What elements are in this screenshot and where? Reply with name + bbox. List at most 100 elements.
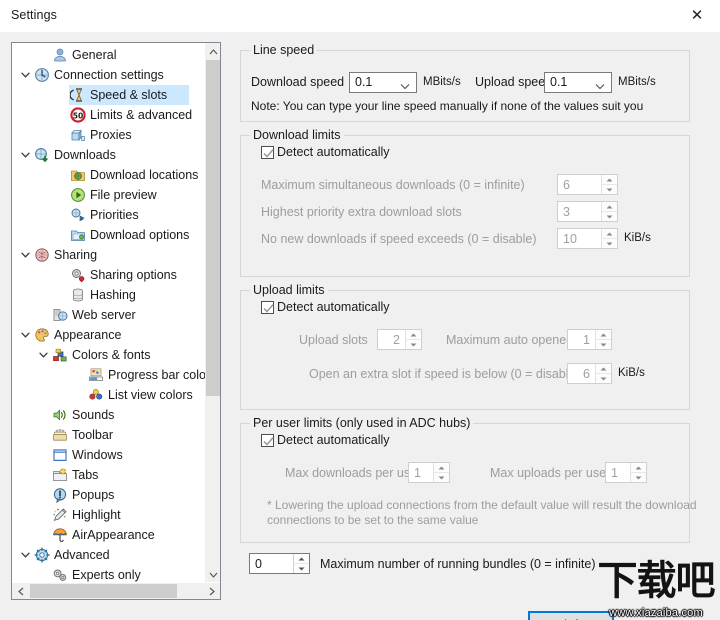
upload-slots-spinner[interactable]: 2 [377, 329, 422, 350]
spinner-buttons[interactable] [601, 175, 617, 194]
per-user-detect-automatically-checkbox[interactable]: Detect automatically [261, 433, 390, 447]
chevron-down-icon[interactable] [18, 65, 33, 85]
maximum-auto-opened-value: 1 [583, 333, 590, 347]
spinner-down-icon[interactable] [294, 564, 309, 573]
tree-item-tabs[interactable]: Tabs [12, 465, 205, 485]
upload-speed-unit: MBits/s [618, 76, 656, 88]
tree-item-advanced[interactable]: Advanced [12, 545, 205, 565]
spinner-down-icon[interactable] [406, 340, 421, 349]
per-user-detect-label: Detect automatically [277, 433, 390, 447]
tree-item-toolbar[interactable]: Toolbar [12, 425, 205, 445]
extra-slot-label: Open an extra slot if speed is below (0 … [309, 367, 580, 381]
download-detect-automatically-checkbox[interactable]: Detect automatically [261, 145, 390, 159]
extra-slot-spinner[interactable]: 6 [567, 363, 612, 384]
tree-twisty-placeholder [36, 525, 51, 545]
tree-item-airappearance[interactable]: AirAppearance [12, 525, 205, 545]
tree-item-download-options[interactable]: Download options [12, 225, 205, 245]
tree-horizontal-scrollbar[interactable] [12, 582, 220, 599]
spinner-down-icon[interactable] [631, 473, 646, 482]
spinner-buttons[interactable] [595, 364, 611, 383]
tree-item-experts-only[interactable]: Experts only [12, 565, 205, 583]
spinner-down-icon[interactable] [434, 473, 449, 482]
upload-limits-group: Upload limits Detect automatically Uploa… [240, 283, 690, 410]
chevron-down-icon[interactable] [18, 245, 33, 265]
spinner-buttons[interactable] [433, 463, 449, 482]
tree-item-label: Sounds [72, 408, 115, 422]
line-speed-note: Note: You can type your line speed manua… [251, 99, 644, 113]
close-button[interactable]: ✕ [674, 0, 720, 31]
horizontal-scroll-thumb[interactable] [30, 584, 177, 598]
spinner-down-icon[interactable] [602, 239, 617, 248]
tree-item-highlight[interactable]: Highlight [12, 505, 205, 525]
ok-button[interactable]: 确定 [528, 611, 614, 620]
max-uploads-per-user-spinner[interactable]: 1 [605, 462, 647, 483]
tree-item-general[interactable]: General [12, 45, 205, 65]
tree-item-progress-bar-color[interactable]: Progress bar color [12, 365, 205, 385]
scroll-down-icon[interactable] [205, 566, 221, 583]
scroll-left-icon[interactable] [12, 583, 29, 599]
spinner-buttons[interactable] [630, 463, 646, 482]
tree-item-proxies[interactable]: Proxies [12, 125, 205, 145]
chevron-down-icon[interactable] [36, 345, 51, 365]
tree-item-connection-settings[interactable]: Connection settings [12, 65, 205, 85]
spinner-up-icon[interactable] [596, 364, 611, 374]
tree-item-web-server[interactable]: Web server [12, 305, 205, 325]
tree-item-hashing[interactable]: Hashing [12, 285, 205, 305]
spinner-buttons[interactable] [405, 330, 421, 349]
scroll-thumb[interactable] [206, 60, 220, 396]
tree-item-colors-fonts[interactable]: Colors & fonts [12, 345, 205, 365]
spinner-up-icon[interactable] [602, 229, 617, 239]
download-speed-combo[interactable]: 0.1 [349, 72, 417, 93]
spinner-buttons[interactable] [595, 330, 611, 349]
tree-item-sharing-options[interactable]: Sharing options [12, 265, 205, 285]
max-downloads-per-user-spinner[interactable]: 1 [408, 462, 450, 483]
scroll-up-icon[interactable] [205, 43, 221, 60]
tree-item-download-locations[interactable]: Download locations [12, 165, 205, 185]
spinner-up-icon[interactable] [434, 463, 449, 473]
tree-item-downloads[interactable]: Downloads [12, 145, 205, 165]
tree-item-priorities[interactable]: Priorities [12, 205, 205, 225]
folder-blue-icon [69, 227, 87, 243]
chevron-down-icon[interactable] [18, 325, 33, 345]
scroll-right-icon[interactable] [203, 583, 220, 599]
max-simultaneous-downloads-spinner[interactable]: 6 [557, 174, 618, 195]
tree-item-file-preview[interactable]: File preview [12, 185, 205, 205]
spinner-up-icon[interactable] [294, 554, 309, 564]
maximum-auto-opened-label: Maximum auto opened [446, 333, 574, 347]
spinner-down-icon[interactable] [596, 374, 611, 383]
spinner-up-icon[interactable] [602, 175, 617, 185]
spinner-down-icon[interactable] [602, 212, 617, 221]
max-running-bundles-spinner[interactable]: 0 [249, 553, 310, 574]
no-new-downloads-label: No new downloads if speed exceeds (0 = d… [261, 232, 537, 246]
spinner-up-icon[interactable] [596, 330, 611, 340]
tree-item-speed-slots[interactable]: Speed & slots [12, 85, 205, 105]
settings-tree[interactable]: General Connection settings Speed & slots 5… [12, 43, 205, 583]
tree-item-windows[interactable]: Windows [12, 445, 205, 465]
tree-item-list-view-colors[interactable]: List view colors [12, 385, 205, 405]
tree-item-label: Connection settings [54, 68, 164, 82]
tree-item-sharing[interactable]: Sharing [12, 245, 205, 265]
upload-detect-automatically-checkbox[interactable]: Detect automatically [261, 300, 390, 314]
no-new-downloads-spinner[interactable]: 10 [557, 228, 618, 249]
tree-item-sounds[interactable]: Sounds [12, 405, 205, 425]
tree-item-limits-advanced[interactable]: 50 Limits & advanced [12, 105, 205, 125]
spinner-up-icon[interactable] [602, 202, 617, 212]
spinner-up-icon[interactable] [406, 330, 421, 340]
highest-priority-slots-spinner[interactable]: 3 [557, 201, 618, 222]
tree-twisty-placeholder [54, 225, 69, 245]
tree-item-popups[interactable]: Popups [12, 485, 205, 505]
per-user-footnote-line2: connections to be set to the same value [267, 513, 479, 527]
chevron-down-icon[interactable] [18, 545, 33, 565]
spinner-buttons[interactable] [601, 229, 617, 248]
spinner-down-icon[interactable] [602, 185, 617, 194]
tree-vertical-scrollbar[interactable] [204, 43, 220, 583]
spinner-buttons[interactable] [293, 554, 309, 573]
chevron-down-icon[interactable] [18, 145, 33, 165]
spinner-up-icon[interactable] [631, 463, 646, 473]
tree-twisty-placeholder [54, 125, 69, 145]
spinner-buttons[interactable] [601, 202, 617, 221]
maximum-auto-opened-spinner[interactable]: 1 [567, 329, 612, 350]
spinner-down-icon[interactable] [596, 340, 611, 349]
upload-speed-combo[interactable]: 0.1 [544, 72, 612, 93]
tree-item-appearance[interactable]: Appearance [12, 325, 205, 345]
